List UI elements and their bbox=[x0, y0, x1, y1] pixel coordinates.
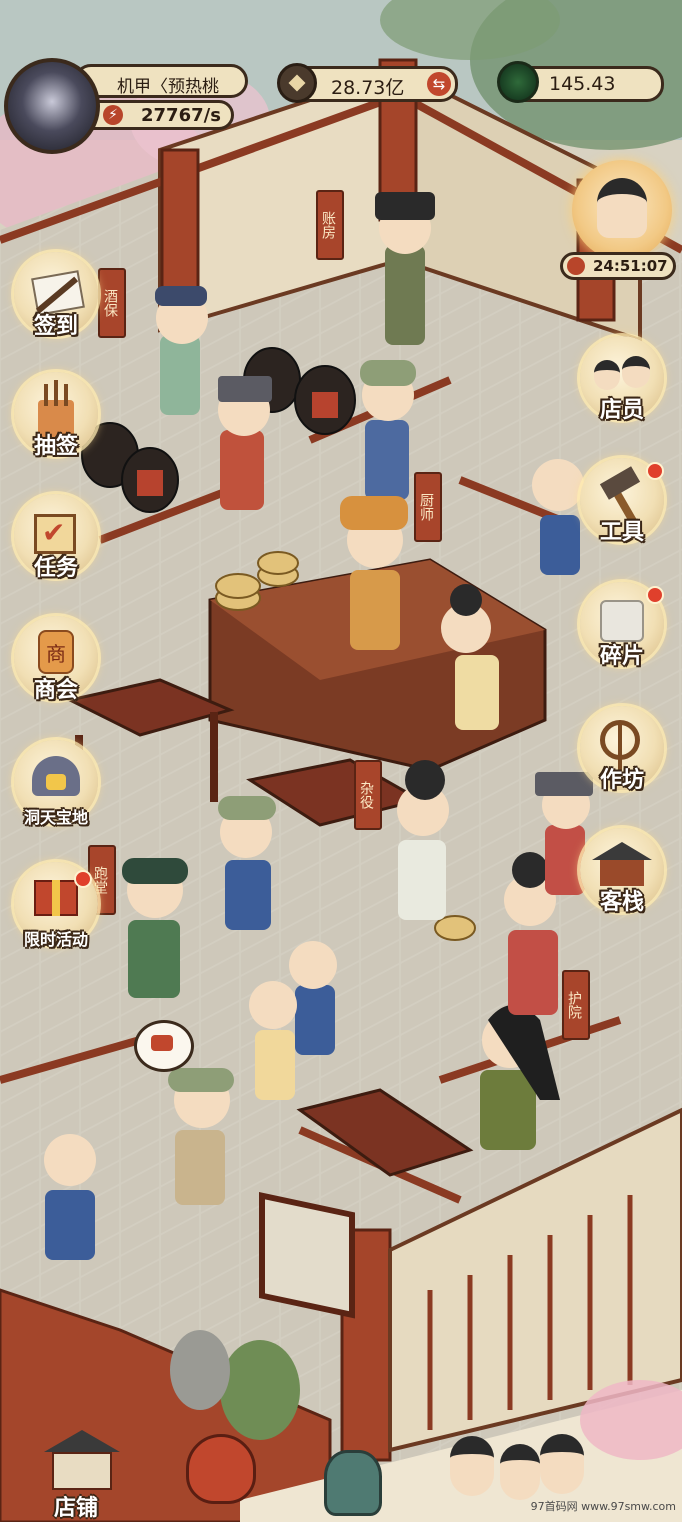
character-green-cap bbox=[360, 360, 416, 500]
money-bag-button[interactable] bbox=[178, 1424, 264, 1514]
draw-lots-label: 抽签 bbox=[33, 433, 78, 459]
limited-event-button[interactable]: 限时活动 bbox=[14, 862, 98, 949]
portrait-figure-1 bbox=[450, 1436, 494, 1496]
guild-lantern-char: 商 bbox=[38, 630, 74, 674]
portrait-figure-2 bbox=[500, 1444, 540, 1500]
coins-pill[interactable]: 28.73亿 ⇆ bbox=[277, 63, 458, 103]
guild-label: 商会 bbox=[33, 677, 78, 703]
character-handyman bbox=[397, 760, 449, 920]
fragments-label: 碎片 bbox=[599, 643, 644, 669]
character-waitress bbox=[441, 584, 499, 730]
workshop-button[interactable]: 作坊 bbox=[580, 706, 664, 793]
player-name: 机甲〈预热桃 bbox=[117, 77, 219, 97]
tasks-button[interactable]: ✔ 任务 bbox=[14, 494, 98, 581]
event-notification-dot bbox=[74, 870, 92, 888]
sign-guardian: 护院 bbox=[562, 970, 590, 1040]
watermark: 97首码网 www.97smw.com bbox=[530, 1500, 676, 1513]
lightning-icon: ⚡ bbox=[103, 105, 123, 125]
event-timer-pill: 24:51:07 bbox=[560, 252, 676, 280]
treasure-land-button[interactable]: 洞天宝地 bbox=[14, 740, 98, 827]
income-rate: 27767/s bbox=[141, 105, 221, 126]
sign-accountant: 账房 bbox=[316, 190, 344, 260]
inn-label: 客栈 bbox=[599, 889, 644, 915]
tools-notification-dot bbox=[646, 462, 664, 480]
fragments-notification-dot bbox=[646, 586, 664, 604]
vase-decoration bbox=[318, 1440, 388, 1522]
staff-button[interactable]: 店员 bbox=[580, 336, 664, 423]
treasure-land-label: 洞天宝地 bbox=[23, 808, 88, 827]
food-bowl-icon bbox=[151, 1035, 173, 1051]
jade-value: 145.43 bbox=[549, 73, 616, 95]
character-guardian bbox=[480, 1005, 560, 1150]
money-bag-icon bbox=[186, 1434, 256, 1504]
workshop-label: 作坊 bbox=[599, 767, 644, 793]
staff-label: 店员 bbox=[599, 397, 644, 423]
sign-handyman: 杂役 bbox=[354, 760, 382, 830]
character-runner bbox=[122, 858, 188, 998]
jade-pill[interactable]: 145.43 bbox=[497, 61, 664, 103]
limited-event-label: 限时活动 bbox=[23, 930, 88, 949]
exchange-icon[interactable]: ⇆ bbox=[427, 72, 451, 96]
shop-label: 店铺 bbox=[54, 1495, 99, 1521]
sign-in-button[interactable]: 签到 bbox=[14, 252, 98, 339]
sign-chef: 厨师 bbox=[414, 472, 442, 542]
fragments-button[interactable]: 碎片 bbox=[580, 582, 664, 669]
character-guard-1 bbox=[218, 376, 272, 510]
player-name-pill: 机甲〈预热桃 bbox=[74, 64, 248, 98]
tools-button[interactable]: 工具 bbox=[580, 458, 664, 545]
character-wine-server bbox=[155, 286, 208, 415]
event-timer: 24:51:07 bbox=[593, 257, 668, 275]
event-character-portrait bbox=[597, 178, 647, 238]
clock-icon bbox=[567, 257, 585, 275]
character-chef bbox=[340, 496, 408, 650]
player-panel[interactable]: 机甲〈预热桃 ⚡ 27767/s bbox=[4, 58, 254, 154]
draw-lots-button[interactable]: 抽签 bbox=[14, 372, 98, 459]
coins-value: 28.73亿 bbox=[331, 77, 405, 99]
character-accountant bbox=[375, 192, 435, 345]
tools-label: 工具 bbox=[599, 519, 644, 545]
bottom-nav: 店铺 97首码网 www.97smw.com bbox=[0, 1420, 682, 1522]
inn-button[interactable]: 客栈 bbox=[580, 828, 664, 915]
event-character-button[interactable] bbox=[572, 160, 672, 260]
tasks-label: 任务 bbox=[33, 555, 78, 581]
jade-icon bbox=[497, 61, 539, 103]
shop-building-icon bbox=[44, 1430, 120, 1490]
sign-in-label: 签到 bbox=[33, 313, 78, 339]
shop-tab[interactable]: 店铺 bbox=[30, 1420, 140, 1522]
copper-coin-icon bbox=[277, 63, 317, 103]
guild-button[interactable]: 商 商会 bbox=[14, 616, 98, 703]
portrait-figure-3 bbox=[540, 1434, 584, 1494]
bronze-vase-icon bbox=[324, 1450, 382, 1516]
thought-bubble[interactable] bbox=[134, 1020, 194, 1072]
avatar[interactable] bbox=[4, 58, 100, 154]
